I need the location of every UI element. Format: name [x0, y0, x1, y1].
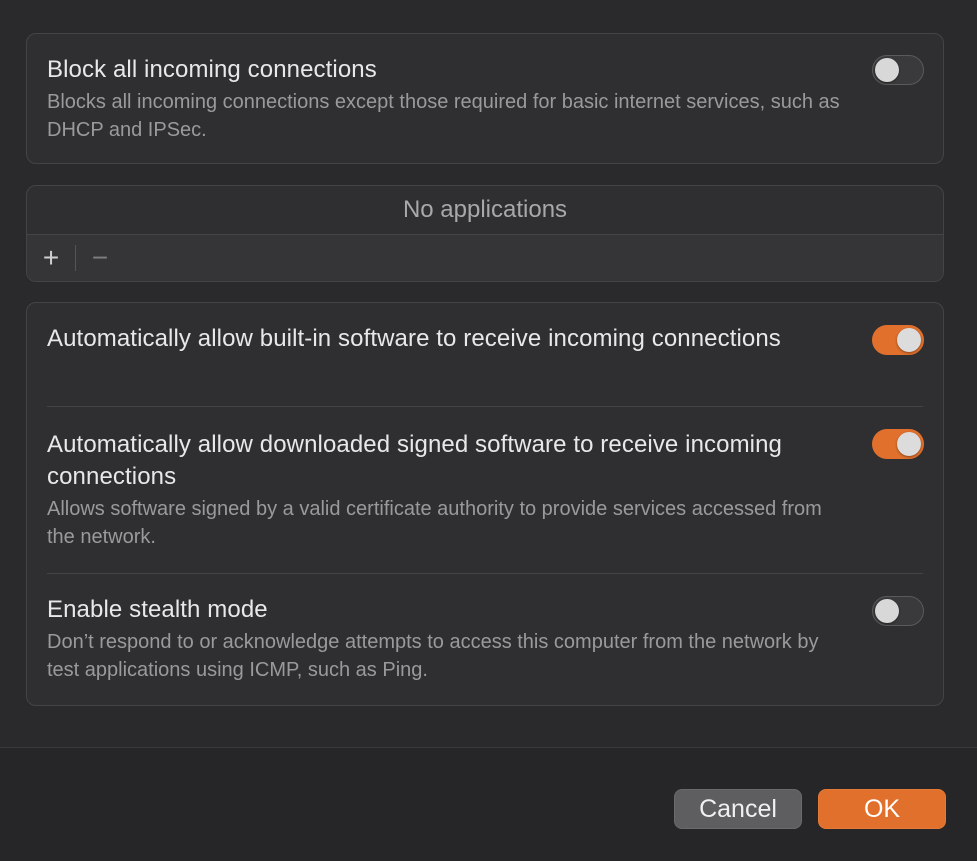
- toggle-knob: [875, 58, 899, 82]
- signed-software-title: Automatically allow downloaded signed so…: [47, 431, 782, 490]
- signed-software-description: Allows software signed by a valid certif…: [47, 498, 822, 548]
- builtin-software-row: Automatically allow built-in software to…: [27, 303, 943, 387]
- builtin-software-toggle[interactable]: [872, 325, 924, 355]
- block-incoming-toggle[interactable]: [872, 55, 924, 85]
- block-incoming-group: Block all incoming connections Blocks al…: [26, 33, 944, 164]
- applications-list-group: No applications + −: [26, 185, 944, 282]
- applications-empty-label: No applications: [27, 186, 943, 235]
- applications-toolbar: + −: [27, 235, 943, 281]
- toggle-knob: [897, 328, 921, 352]
- toggle-knob: [897, 432, 921, 456]
- builtin-software-title: Automatically allow built-in software to…: [47, 325, 781, 352]
- toggle-knob: [875, 599, 899, 623]
- add-application-button[interactable]: +: [27, 235, 75, 281]
- remove-application-button[interactable]: −: [76, 235, 124, 281]
- stealth-mode-description: Don’t respond to or acknowledge attempts…: [47, 631, 819, 681]
- block-incoming-title: Block all incoming connections: [47, 56, 377, 83]
- block-incoming-row: Block all incoming connections Blocks al…: [27, 34, 943, 144]
- plus-icon: +: [42, 242, 60, 273]
- options-group: Automatically allow built-in software to…: [26, 302, 944, 706]
- signed-software-toggle[interactable]: [872, 429, 924, 459]
- cancel-button[interactable]: Cancel: [674, 789, 802, 829]
- minus-icon: −: [91, 242, 109, 273]
- stealth-mode-toggle[interactable]: [872, 596, 924, 626]
- firewall-options-sheet: Block all incoming connections Blocks al…: [0, 0, 977, 861]
- dialog-footer: Cancel OK: [0, 748, 977, 861]
- signed-software-row: Automatically allow downloaded signed so…: [27, 407, 943, 573]
- block-incoming-description: Blocks all incoming connections except t…: [47, 91, 840, 141]
- stealth-mode-title: Enable stealth mode: [47, 596, 268, 623]
- ok-button[interactable]: OK: [818, 789, 946, 829]
- stealth-mode-row: Enable stealth mode Don’t respond to or …: [27, 574, 943, 684]
